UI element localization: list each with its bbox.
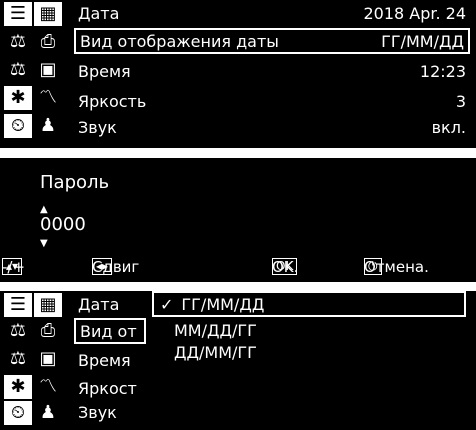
option-label: ГГ/ММ/ДД xyxy=(181,294,265,314)
setting-row-date[interactable]: Дата 2018 Apr. 24 xyxy=(74,0,470,26)
setting-label: Звук xyxy=(78,402,117,422)
list-icon[interactable]: ☰ xyxy=(4,2,32,26)
setting-value: 12:23 xyxy=(419,61,466,81)
setting-row-brightness[interactable]: Яркост xyxy=(74,375,146,401)
setting-label: Яркост xyxy=(78,378,137,398)
ok-label: OK. xyxy=(272,258,299,276)
user-icon[interactable]: ♟ xyxy=(34,114,62,138)
gear-icon[interactable]: ✱ xyxy=(4,375,32,399)
chart-icon[interactable]: 〽 xyxy=(34,375,62,399)
chart-icon[interactable]: 〽 xyxy=(34,86,62,110)
scale-icon[interactable]: ⚖ xyxy=(4,319,32,343)
scale-settings-icon[interactable]: ⚖ xyxy=(4,347,32,371)
shift-label: Сдвиг xyxy=(92,258,140,276)
printer-icon[interactable]: ⎙ xyxy=(34,30,62,54)
scale-settings-icon[interactable]: ⚖ xyxy=(4,58,32,82)
setting-label: Дата xyxy=(78,3,120,23)
setting-label: Дата xyxy=(78,294,120,314)
setting-label: Время xyxy=(78,61,131,81)
option-label: ММ/ДД/ГГ xyxy=(174,320,257,340)
setting-label: Вид отображения даты xyxy=(80,31,279,51)
timer-icon[interactable]: ⏲ xyxy=(4,114,32,138)
option-dd-mm-yy[interactable]: ДД/ММ/ГГ xyxy=(174,341,257,363)
change-label: -/+ xyxy=(2,258,26,276)
setting-row-sound[interactable]: Звук вкл. xyxy=(74,114,470,140)
setting-row-date-format[interactable]: Вид от xyxy=(74,318,146,344)
date-format-dropdown: ✓ ГГ/ММ/ДД ММ/ДД/ГГ ДД/ММ/ГГ xyxy=(146,291,476,430)
setting-row-brightness[interactable]: Яркость 3 xyxy=(74,88,470,114)
icon-column: ☰ ▦ ⚖ ⎙ ⚖ ▣ ✱ 〽 ⏲ ♟ xyxy=(0,291,66,430)
setting-row-time[interactable]: Время 12:23 xyxy=(74,58,470,84)
setting-label: Звук xyxy=(78,117,117,137)
setting-label: Вид от xyxy=(80,321,137,341)
setting-row-time[interactable]: Время xyxy=(74,347,146,373)
user-icon[interactable]: ♟ xyxy=(34,401,62,425)
save-icon[interactable]: ▣ xyxy=(34,347,62,371)
calendar-icon[interactable]: ▦ xyxy=(34,2,62,26)
option-yy-mm-dd[interactable]: ✓ ГГ/ММ/ДД xyxy=(152,291,466,317)
save-icon[interactable]: ▣ xyxy=(34,58,62,82)
setting-value: ГГ/ММ/ДД xyxy=(381,31,464,51)
settings-panel-date: ☰ ▦ ⚖ ⎙ ⚖ ▣ ✱ 〽 ⏲ ♟ Дата 2018 Apr. 24 Ви… xyxy=(0,0,476,148)
password-label: Пароль xyxy=(40,172,110,193)
option-mm-dd-yy[interactable]: ММ/ДД/ГГ xyxy=(174,319,257,341)
password-panel: Пароль ▲ 0000 ▼ ▴▾ -/+ ◂▸ Сдвиг OK OK. ⏻ Отм… xyxy=(0,158,476,282)
icon-column: ☰ ▦ ⚖ ⎙ ⚖ ▣ ✱ 〽 ⏲ ♟ xyxy=(0,0,66,148)
printer-icon[interactable]: ⎙ xyxy=(34,319,62,343)
scale-icon[interactable]: ⚖ xyxy=(4,30,32,54)
settings-panel-dropdown: ☰ ▦ ⚖ ⎙ ⚖ ▣ ✱ 〽 ⏲ ♟ Дата Вид от Время Яр… xyxy=(0,291,476,430)
list-icon[interactable]: ☰ xyxy=(4,293,32,317)
caret-down-icon: ▼ xyxy=(40,238,48,249)
password-input[interactable]: 0000 xyxy=(40,214,86,235)
gear-icon[interactable]: ✱ xyxy=(4,86,32,110)
setting-label: Яркость xyxy=(78,91,147,111)
setting-row-sound[interactable]: Звук xyxy=(74,399,146,425)
setting-value: 2018 Apr. 24 xyxy=(363,3,466,23)
calendar-icon[interactable]: ▦ xyxy=(34,293,62,317)
setting-label: Время xyxy=(78,350,131,370)
option-label: ДД/ММ/ГГ xyxy=(174,342,257,362)
cancel-label: Отмена. xyxy=(364,258,429,276)
check-icon: ✓ xyxy=(160,294,174,314)
setting-row-date[interactable]: Дата xyxy=(74,291,146,317)
setting-row-date-format[interactable]: Вид отображения даты ГГ/ММ/ДД xyxy=(74,28,470,54)
setting-value: 3 xyxy=(455,91,466,111)
setting-value: вкл. xyxy=(431,117,466,137)
function-bar: ▴▾ -/+ ◂▸ Сдвиг OK OK. ⏻ Отмена. xyxy=(0,254,476,278)
timer-icon[interactable]: ⏲ xyxy=(4,401,32,425)
